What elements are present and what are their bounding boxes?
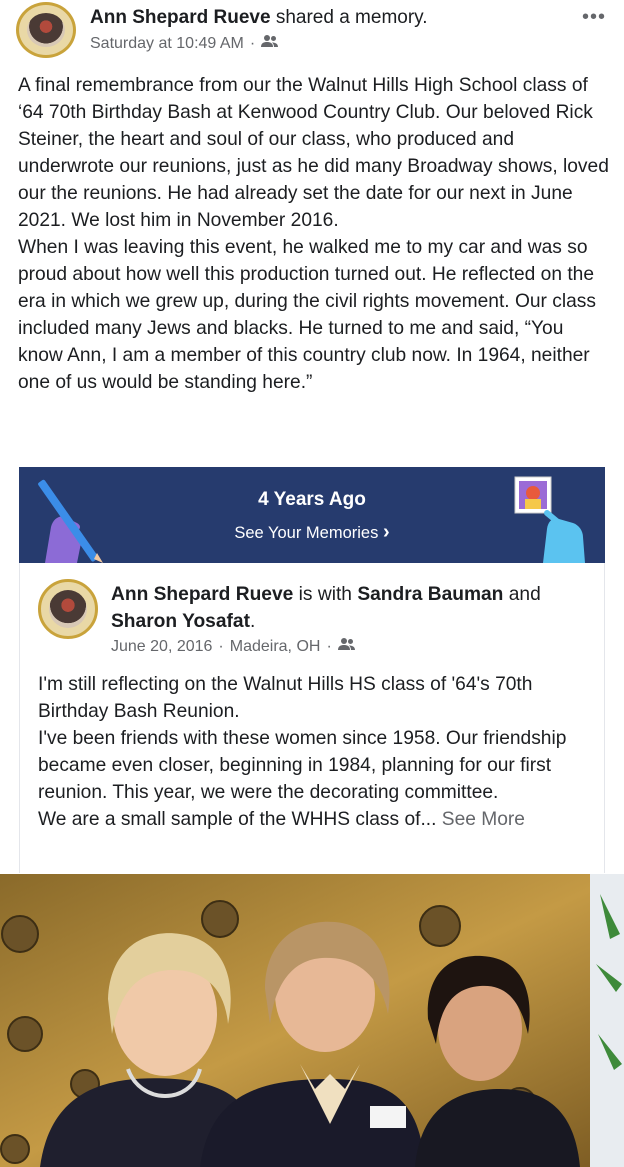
post-meta: Saturday at 10:49 AM · [90,34,279,54]
friends-icon[interactable] [261,34,279,54]
shared-post-line: I'm still reflecting on the Walnut Hills… [38,674,533,722]
post-paragraph: When I was leaving this event, he walked… [18,237,596,393]
shared-post-card[interactable]: Ann Shepard Rueve is with Sandra Bauman … [19,563,605,873]
shared-post-line: I've been friends with these women since… [38,728,567,803]
hand-with-photo-icon [514,476,585,563]
memory-banner[interactable]: 4 Years Ago See Your Memories › [19,467,605,563]
truncated-text: We are a small sample of the WHHS class … [38,809,437,830]
meta-separator: · [218,637,224,655]
chevron-right-icon: › [382,521,390,543]
post-paragraph: A final remembrance from our the Walnut … [18,75,609,231]
with-text: is with [298,584,352,605]
meta-separator: · [249,35,256,52]
shared-post-body: I'm still reflecting on the Walnut Hills… [38,671,598,833]
period: . [249,611,256,632]
shared-post-truncated: We are a small sample of the WHHS class … [38,806,598,833]
and-text: and [508,584,541,605]
meta-separator: · [326,637,332,655]
shared-post-location[interactable]: Madeira, OH [230,638,321,656]
post-header: Ann Shepard Rueve shared a memory. Satur… [0,0,624,66]
post-body: A final remembrance from our the Walnut … [18,72,612,396]
see-memories-label: See Your Memories [234,524,379,542]
post-timestamp[interactable]: Saturday at 10:49 AM [90,34,244,54]
author-name[interactable]: Ann Shepard Rueve [90,7,271,28]
tagged-person-1[interactable]: Sandra Bauman [357,584,503,605]
friends-icon[interactable] [337,637,356,656]
shared-post-author-line: Ann Shepard Rueve is with Sandra Bauman … [111,581,591,635]
author-avatar[interactable] [16,2,76,58]
shared-post-meta: June 20, 2016 · Madeira, OH · [111,637,356,656]
tagged-person-2[interactable]: Sharon Yosafat [111,611,250,632]
reunion-photo[interactable] [0,874,624,1167]
see-more-link[interactable]: See More [442,809,525,830]
shared-post-date[interactable]: June 20, 2016 [111,638,212,656]
ellipsis-icon[interactable]: ••• [582,6,606,29]
shared-author-avatar[interactable] [38,579,98,639]
post-author-line: Ann Shepard Rueve shared a memory. [90,6,428,30]
shared-author-name[interactable]: Ann Shepard Rueve [111,584,293,605]
post-action: shared a memory. [275,7,428,28]
reunion-photo-illustration [0,874,624,1167]
